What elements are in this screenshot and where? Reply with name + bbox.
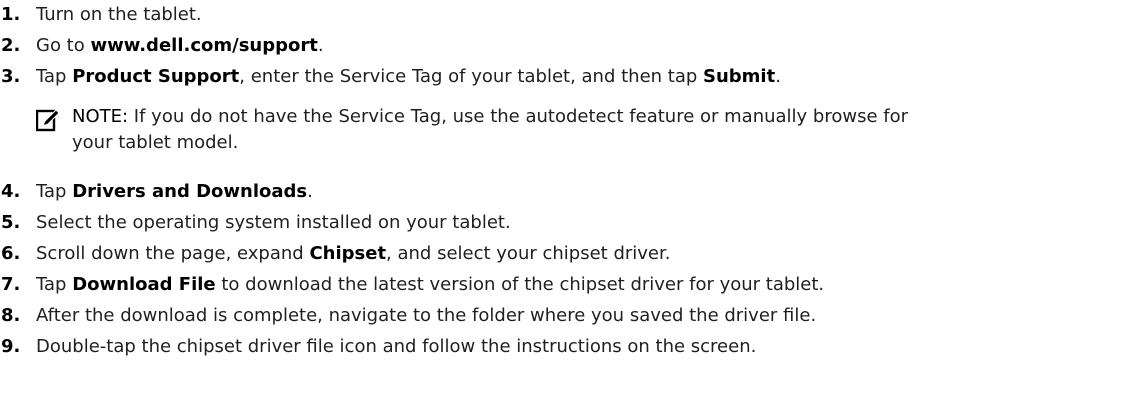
support-url-link[interactable]: www.dell.com/support [90, 35, 317, 56]
emphasis-drivers-downloads: Drivers and Downloads [72, 181, 308, 202]
step-number: 6. [1, 243, 21, 264]
step-text: Tap Product Support, enter the Service T… [36, 66, 781, 87]
emphasis-download-file: Download File [72, 274, 216, 295]
pencil-note-icon [36, 109, 60, 132]
step-text: Tap Download File to download the latest… [36, 274, 825, 295]
step-number: 4. [1, 181, 21, 202]
step-text: Go to www.dell.com/support. [36, 35, 324, 56]
step-number: 9. [1, 336, 21, 357]
note-label: NOTE: [72, 106, 129, 127]
step-number: 1. [1, 4, 21, 25]
step-text: Select the operating system installed on… [36, 212, 511, 233]
emphasis-chipset: Chipset [309, 243, 387, 264]
step-number: 8. [1, 305, 21, 326]
step-number: 2. [1, 35, 21, 56]
emphasis-product-support: Product Support [72, 66, 240, 87]
step-number: 7. [1, 274, 21, 295]
step-text: Scroll down the page, expand Chipset, an… [36, 243, 671, 264]
note-text: NOTE: If you do not have the Service Tag… [72, 106, 909, 153]
step-text: Tap Drivers and Downloads. [36, 181, 313, 202]
step-number: 3. [1, 66, 21, 87]
step-number: 5. [1, 212, 21, 233]
step-text: Turn on the tablet. [36, 4, 202, 25]
step-text: After the download is complete, navigate… [36, 305, 817, 326]
emphasis-submit: Submit [703, 66, 776, 87]
instruction-document: 1. Turn on the tablet. 2. Go to www.dell… [0, 0, 1139, 406]
step-text: Double-tap the chipset driver file icon … [36, 336, 757, 357]
